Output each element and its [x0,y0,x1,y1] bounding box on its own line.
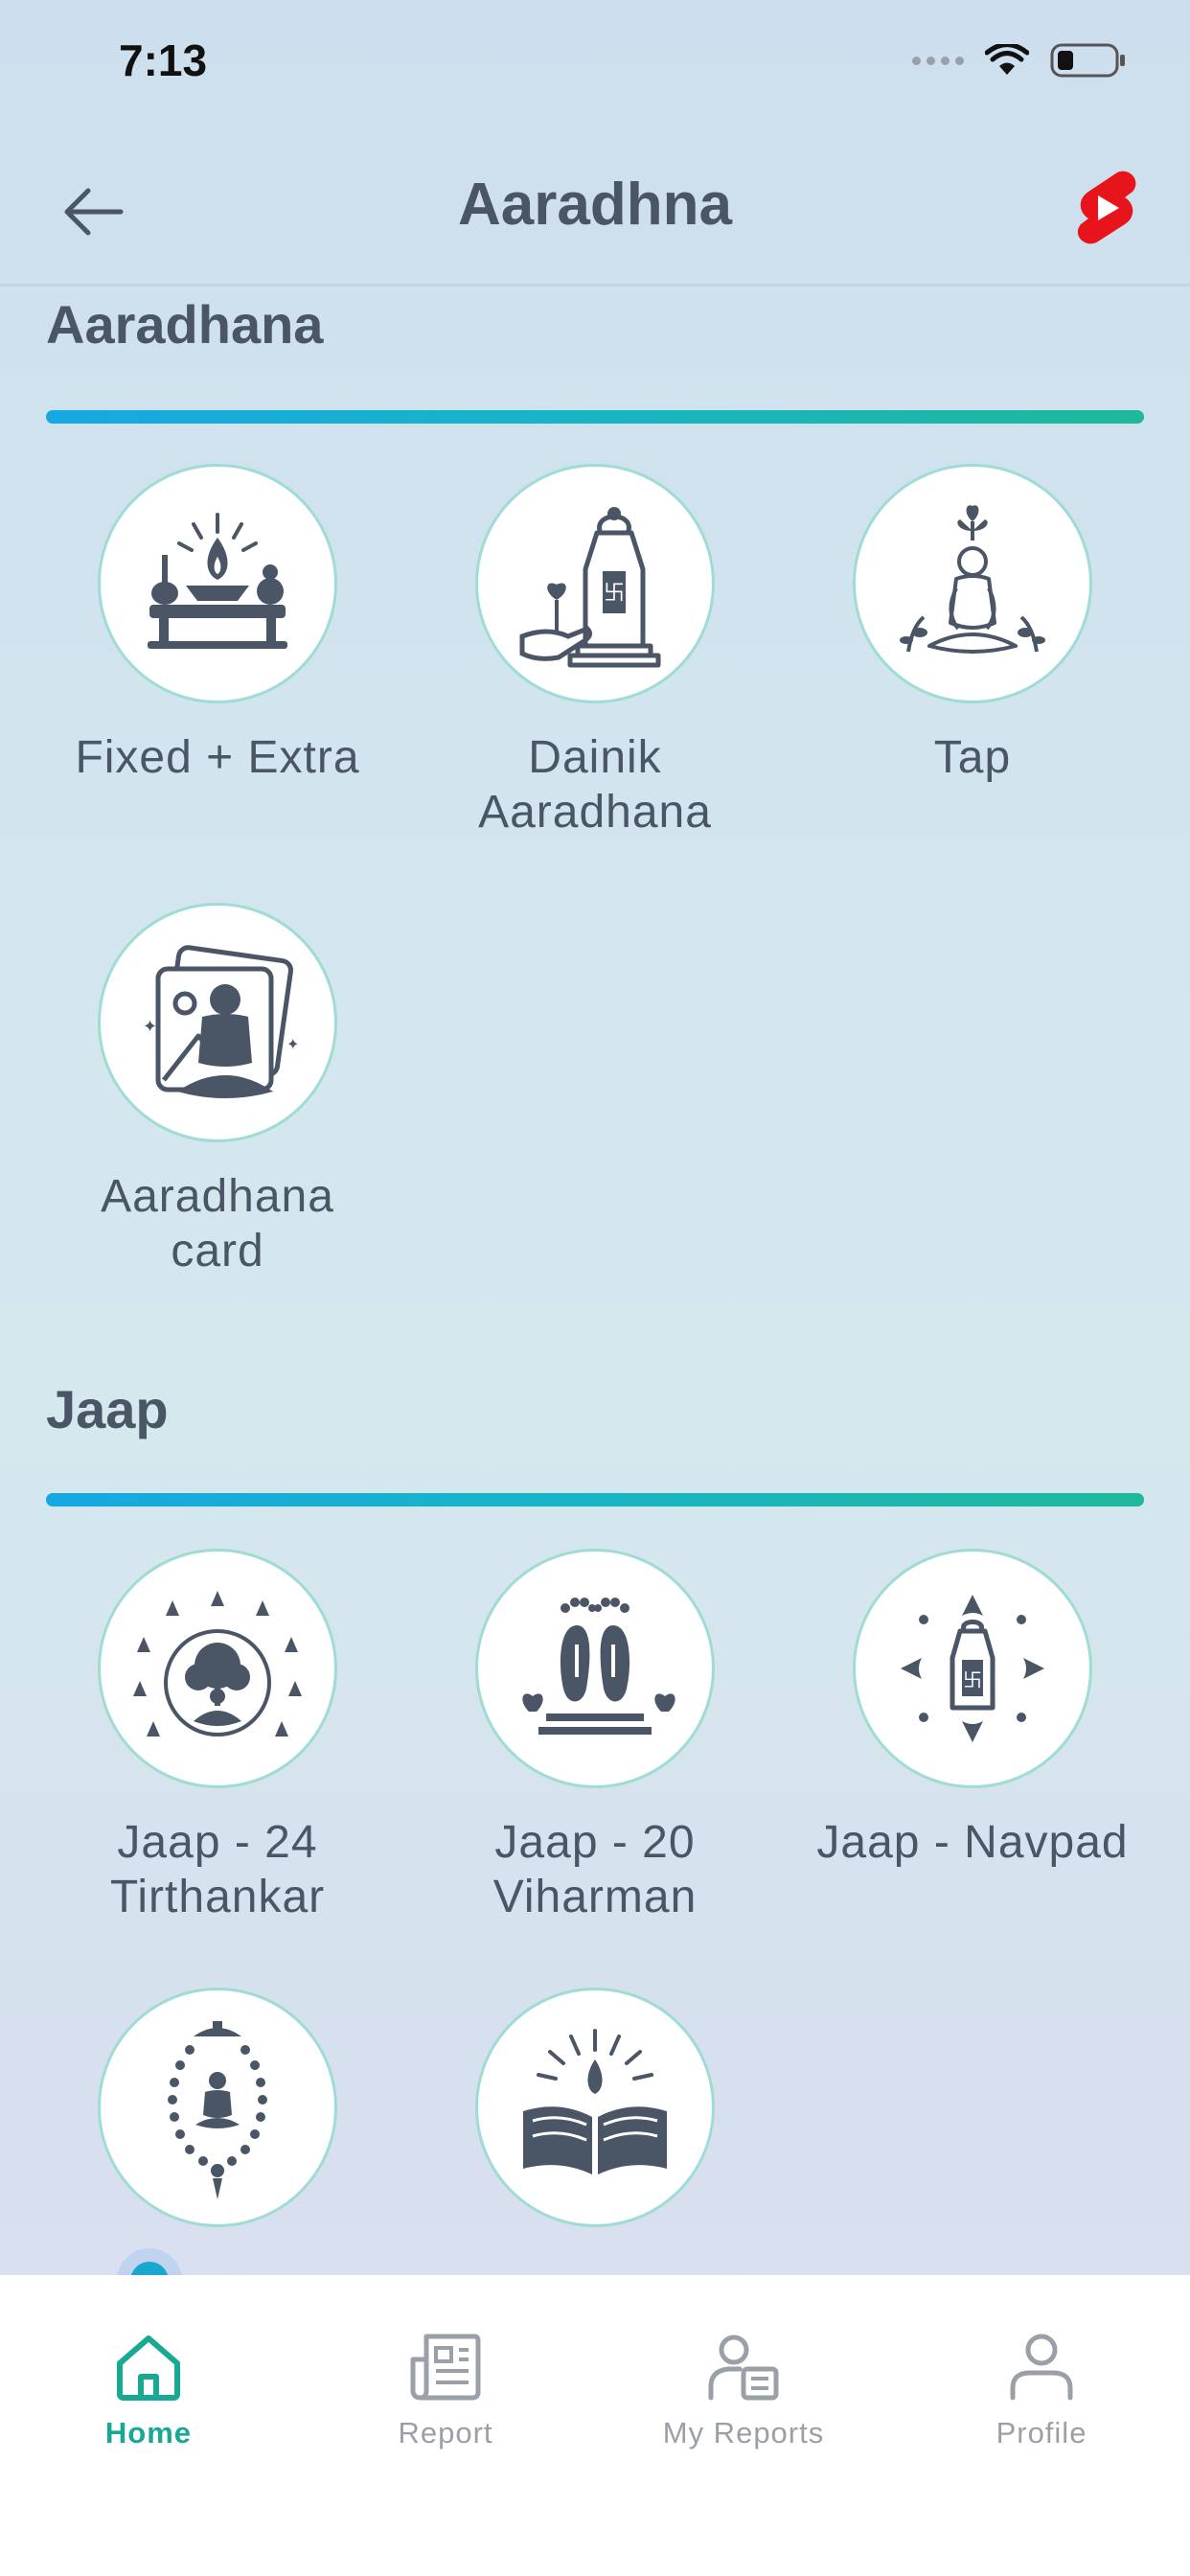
nav-label: Profile [995,2416,1087,2450]
tile-dainik-aaradhana[interactable]: 卐 Dainik Aaradhana [406,464,784,840]
svg-text:卐: 卐 [963,1668,982,1691]
my-reports-icon [708,2334,779,2401]
mala-icon [168,2021,267,2199]
tile-label: Jaap - 24 Tirthankar [109,1817,326,1922]
tile-label: Fixed + Extra [75,732,360,783]
tile-icon-circle [475,1988,715,2227]
tile-label: Aaradhana card [101,1171,334,1276]
svg-text:卐: 卐 [604,582,625,606]
profile-icon [1010,2334,1073,2401]
offering-hand-icon: 卐 [519,507,661,668]
nav-item-profile[interactable]: Profile [936,2333,1147,2450]
tile-jaap-24-tirthankar[interactable]: Jaap - 24 Tirthankar [29,1549,406,1924]
tile-icon-circle: 卐 [475,464,715,703]
altar-lamp-icon [148,513,287,649]
meditation-icon [900,505,1045,654]
tile-tap[interactable]: Tap [784,464,1161,785]
home-icon [117,2335,180,2401]
tile-label: Jaap - Navpad [816,1817,1129,1868]
tile-label: Jaap - 20 Viharman [492,1817,698,1922]
tile-label: Dainik Aaradhana [478,732,712,838]
nav-item-my-reports[interactable]: My Reports [638,2333,849,2450]
app-header: Aaradhna [0,134,1190,287]
photo-card-icon: ✦ ✦ [143,945,299,1098]
page-title: Aaradhna [458,172,732,238]
tile-scripture[interactable] [406,1988,784,2254]
tile-mala[interactable] [29,1988,406,2254]
section-title-aaradhana: Aaradhana [46,294,324,355]
nav-item-report[interactable]: Report [340,2333,551,2450]
tile-icon-circle [98,1549,337,1788]
tirthankar-tree-icon [133,1591,302,1736]
section-divider [46,1493,1144,1506]
report-icon [410,2334,481,2401]
wifi-icon [985,44,1029,75]
tile-jaap-20-viharman[interactable]: Jaap - 20 Viharman [406,1549,784,1924]
tile-fixed-extra[interactable]: Fixed + Extra [29,464,406,785]
scripture-book-icon [523,2029,667,2174]
tile-icon-circle [475,1549,715,1788]
battery-icon [1050,43,1125,78]
cellular-signal-icon [912,56,964,65]
svg-text:✦: ✦ [286,1035,299,1053]
youtube-shorts-icon[interactable] [1071,169,1140,247]
tile-icon-circle [98,464,337,703]
screen: 7:13 Aaradhna Aaradhana Fixed + Extra 卐 … [0,0,1190,2576]
svg-text:✦: ✦ [143,1017,157,1037]
nav-label: My Reports [662,2416,825,2450]
tile-aaradhana-card[interactable]: ✦ ✦ Aaradhana card [29,903,406,1278]
tile-jaap-navpad[interactable]: 卐 Jaap - Navpad [784,1549,1161,1870]
tile-icon-circle [98,1988,337,2227]
section-divider [46,410,1144,424]
section-title-jaap: Jaap [46,1379,169,1439]
bottom-nav: Home Report My Reports Profile [0,2275,1190,2576]
tile-icon-circle: ✦ ✦ [98,903,337,1142]
status-time: 7:13 [119,35,208,85]
nav-label: Home [104,2416,193,2450]
footprints-icon [522,1598,675,1735]
nav-item-home[interactable]: Home [43,2333,254,2450]
tile-icon-circle [853,464,1092,703]
tile-icon-circle: 卐 [853,1549,1092,1788]
navpad-icon: 卐 [901,1595,1044,1742]
tile-label: Tap [933,732,1012,783]
status-icons [912,42,1127,79]
nav-label: Report [398,2416,493,2450]
